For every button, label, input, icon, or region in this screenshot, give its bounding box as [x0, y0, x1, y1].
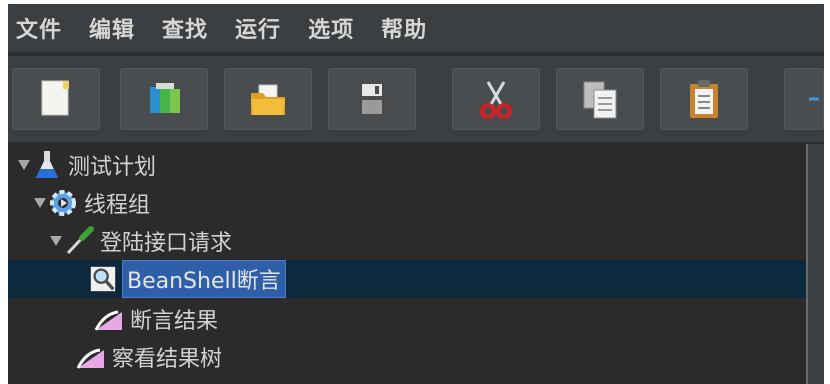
cut-button[interactable]: [452, 68, 540, 130]
expand-triangle-icon[interactable]: [32, 195, 48, 211]
tree-node-beanshell-assertion[interactable]: BeanShell断言: [8, 260, 806, 298]
flask-icon: [32, 150, 62, 180]
menu-file[interactable]: 文件: [16, 12, 62, 44]
tree-node-label: 测试计划: [68, 155, 157, 180]
expand-triangle-icon[interactable]: [48, 233, 64, 249]
next-toolbar-button[interactable]: [784, 68, 824, 130]
tree-node-assertion-results[interactable]: 断言结果: [8, 300, 806, 338]
toolbar: [8, 56, 824, 142]
clipboard-icon: [690, 80, 718, 118]
open-folder-icon: [251, 84, 285, 115]
paste-button[interactable]: [660, 68, 748, 130]
partial-icon: [809, 97, 819, 101]
save-disk-icon: [357, 83, 387, 115]
tree-node-view-results-tree[interactable]: 察看结果树: [8, 338, 806, 376]
expand-triangle-icon[interactable]: [16, 157, 32, 173]
tree-node-label: 断言结果: [130, 309, 219, 334]
menu-search[interactable]: 查找: [162, 12, 208, 44]
copy-icon: [583, 81, 617, 119]
templates-button[interactable]: [120, 68, 208, 130]
new-button[interactable]: [12, 68, 100, 130]
magnifier-icon: [88, 264, 118, 294]
pipette-icon: [64, 226, 94, 256]
tree-node-label: BeanShell断言: [122, 260, 286, 298]
jmeter-window: 文件 编辑 查找 运行 选项 帮助 测试计划 线程组 登陆接口请求 BeanSh…: [8, 4, 824, 384]
new-document-icon: [41, 80, 69, 116]
tree-node-login-request[interactable]: 登陆接口请求: [8, 222, 806, 260]
tree-node-thread-group[interactable]: 线程组: [8, 184, 806, 222]
test-plan-tree: 测试计划 线程组 登陆接口请求 BeanShell断言 断言结果 察看结果树: [8, 144, 808, 384]
copy-button[interactable]: [556, 68, 644, 130]
tree-node-label: 察看结果树: [112, 347, 223, 372]
menu-edit[interactable]: 编辑: [89, 12, 135, 44]
panel-edge: [808, 144, 824, 384]
chart-icon: [94, 304, 124, 334]
menu-run[interactable]: 运行: [235, 12, 281, 44]
tree-node-label: 线程组: [84, 193, 151, 218]
open-button[interactable]: [224, 68, 312, 130]
save-button[interactable]: [328, 68, 416, 130]
menu-options[interactable]: 选项: [308, 12, 354, 44]
scissors-icon: [480, 81, 512, 119]
templates-icon: [150, 83, 180, 113]
gear-icon: [48, 188, 78, 218]
menu-help[interactable]: 帮助: [381, 12, 427, 44]
menu-bar: 文件 编辑 查找 运行 选项 帮助: [8, 4, 824, 52]
tree-node-test-plan[interactable]: 测试计划: [8, 146, 806, 184]
chart-icon: [76, 342, 106, 372]
tree-node-label: 登陆接口请求: [100, 231, 233, 256]
